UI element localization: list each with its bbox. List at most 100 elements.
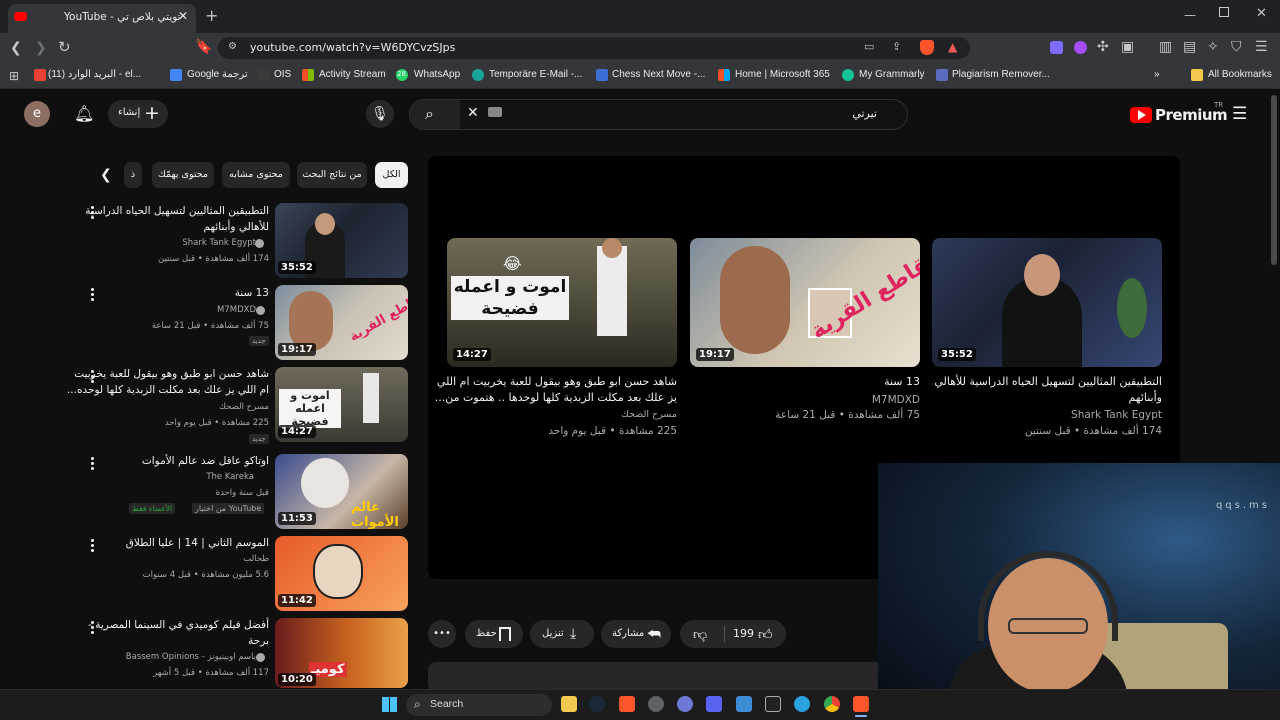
extensions-puzzle-icon[interactable]: ✣ — [1097, 40, 1109, 54]
sidebar-thumbnail[interactable]: كوميـ 10:20 — [275, 618, 408, 688]
bookmark-activity-stream[interactable]: Activity Stream — [319, 69, 386, 80]
media-icon[interactable]: ▣ — [1121, 40, 1134, 54]
brave-taskbar-icon[interactable] — [619, 696, 635, 712]
sidebar-icon[interactable]: ▥ — [1159, 40, 1172, 54]
search-input[interactable]: تيرتي — [852, 107, 877, 120]
share-page-icon[interactable]: ⇪ — [892, 40, 901, 53]
more-actions-icon[interactable] — [91, 288, 95, 302]
endscreen-thumbnail[interactable]: 35:52 — [932, 238, 1162, 367]
sidebar-channel[interactable]: The Kareka — [206, 472, 254, 482]
sidebar-channel[interactable]: Shark Tank Egypt — [182, 238, 256, 248]
youtube-logo[interactable]: Premium TR — [1130, 101, 1228, 125]
capcut-icon[interactable] — [765, 696, 781, 712]
settings-icon[interactable] — [648, 696, 664, 712]
maximize-button[interactable] — [1219, 7, 1229, 17]
avatar[interactable]: e — [24, 101, 50, 127]
microphone-icon[interactable]: 🎙︎ — [366, 100, 394, 128]
endscreen-channel[interactable]: Shark Tank Egypt — [1071, 409, 1162, 421]
dislike-icon[interactable]: 👎︎ — [693, 621, 707, 649]
endscreen-thumbnail[interactable]: مقاطع القرية 19:17 — [690, 238, 920, 367]
sidebar-title-line2[interactable]: للأهالي وأبنائهم — [203, 221, 269, 233]
file-explorer-icon[interactable] — [561, 696, 577, 712]
bookmark-page-icon[interactable]: 🔖 — [195, 40, 212, 54]
like-icon[interactable]: 👍︎ — [758, 621, 773, 649]
windows-start-icon[interactable] — [382, 697, 397, 712]
taskbar-search[interactable]: ⌕ Search — [406, 694, 552, 716]
sidebar-title-line2[interactable]: برحة — [248, 635, 269, 647]
minimize-button[interactable]: — — [1184, 8, 1196, 22]
bookmark-gmail[interactable]: البريد الوارد (11) - el... — [48, 69, 141, 80]
endscreen-title[interactable]: التطبيقين المثاليين لتسهيل الحياه الدراس… — [934, 375, 1162, 388]
sidebar-title[interactable]: شاهد حسن ابو طبق وهو بيقول للعبة يخربيت — [74, 368, 269, 380]
share-button[interactable]: مشاركة ⮪ — [601, 620, 671, 648]
bookmark-translate[interactable]: Google ترجمة — [187, 69, 248, 80]
bookmark-chess[interactable]: Chess Next Move -... — [612, 69, 705, 80]
sidebar-title[interactable]: اوتاكو عاقل ضد عالم الأموات — [142, 455, 269, 467]
sidebar-thumbnail[interactable]: اموت و اعمله فضيحة 14:27 — [275, 367, 408, 442]
endscreen-title[interactable]: شاهد حسن ابو طبق وهو بيقول للعبة يخربيت … — [437, 375, 677, 388]
discord-icon[interactable] — [706, 696, 722, 712]
wallet-icon[interactable]: ▤ — [1183, 40, 1196, 54]
sidebar-channel[interactable]: مسرح الضحك — [219, 402, 269, 412]
search-button[interactable] — [410, 100, 460, 129]
sidebar-title[interactable]: الموسم الثاني | 14 | عليا الطلاق — [126, 537, 269, 549]
close-window-button[interactable]: ✕ — [1256, 6, 1267, 21]
create-button[interactable]: إنشاء + — [108, 100, 168, 128]
reload-icon[interactable]: ↻ — [58, 40, 71, 55]
chip-partial[interactable]: ذ — [124, 162, 142, 188]
sidebar-thumbnail[interactable]: عالم الأموات 11:53 — [275, 454, 408, 529]
leo-ai-icon[interactable]: ✧ — [1207, 40, 1219, 54]
close-tab-icon[interactable]: ✕ — [178, 9, 188, 23]
description-box[interactable] — [428, 662, 888, 692]
chips-left-arrow-icon[interactable]: ❮ — [100, 167, 112, 183]
all-bookmarks[interactable]: All Bookmarks — [1208, 69, 1272, 80]
bookmark-microsoft[interactable]: Home | Microsoft 365 — [735, 69, 830, 80]
page-scrollbar[interactable] — [1271, 95, 1277, 265]
sidebar-title[interactable]: التطبيقين المثاليين لتسهيل الحياه الدراس… — [85, 205, 269, 217]
sidebar-thumbnail[interactable]: 35:52 — [275, 203, 408, 278]
new-tab-button[interactable]: + — [205, 6, 218, 25]
bell-icon[interactable]: 🔔︎ — [74, 104, 94, 123]
save-button[interactable]: حفظ — [465, 620, 523, 648]
bookmark-plagiarism[interactable]: Plagiarism Remover... — [952, 69, 1050, 80]
sidebar-title[interactable]: أفضل فيلم كوميدي في السينما المصرية - — [88, 619, 269, 631]
site-info-icon[interactable]: ⚙ — [228, 41, 237, 52]
apps-grid-icon[interactable]: ⊞ — [9, 69, 19, 83]
download-button[interactable]: تنزيل ⤓ — [530, 620, 594, 648]
address-bar[interactable]: ⚙ youtube.com/watch?v=W6DYCvzSJps ▭ ⇪ ▲ — [218, 37, 970, 59]
sidebar-title-line2[interactable]: ام اللي يز علك بعد مكلت الزبدية كلها لوح… — [67, 384, 269, 396]
bookmarks-overflow-icon[interactable]: » — [1154, 69, 1160, 80]
brave-active-icon[interactable] — [853, 696, 869, 712]
endscreen-thumbnail[interactable]: 😂 اموت و اعمله فضيحة 14:27 — [447, 238, 677, 367]
telegram-icon[interactable] — [794, 696, 810, 712]
clear-search-icon[interactable]: ✕ — [467, 105, 479, 121]
more-actions-icon[interactable] — [91, 539, 95, 553]
chrome-icon[interactable] — [824, 696, 840, 712]
chip-for-you[interactable]: محتوى يهمّك — [152, 162, 214, 188]
sidebar-channel[interactable]: طحالب — [243, 554, 269, 564]
sidebar-thumbnail[interactable]: مقاطع القرية 19:17 — [275, 285, 408, 360]
guide-menu-icon[interactable]: ☰ — [1232, 104, 1247, 124]
vpn-icon[interactable]: ⛉ — [1231, 40, 1242, 54]
endscreen-title-line2[interactable]: وأبنائهم — [1128, 391, 1162, 404]
endscreen-channel[interactable]: مسرح الضحك — [621, 409, 677, 420]
bookmark-ois[interactable]: OIS — [274, 69, 291, 80]
back-icon[interactable]: ❮ — [10, 41, 22, 55]
menu-icon[interactable]: ☰ — [1255, 40, 1268, 54]
endscreen-channel[interactable]: M7MDXD — [872, 394, 920, 406]
extension-icon-2[interactable] — [1074, 41, 1087, 54]
taskmgr-icon[interactable] — [736, 696, 752, 712]
bookmark-whatsapp[interactable]: WhatsApp — [414, 69, 460, 80]
brave-rewards-icon[interactable]: ▲ — [948, 40, 957, 54]
sidebar-thumbnail[interactable]: 11:42 — [275, 536, 408, 611]
more-actions-icon[interactable] — [91, 457, 95, 471]
chip-all[interactable]: الكل — [375, 162, 408, 188]
bookmark-grammarly[interactable]: My Grammarly — [859, 69, 925, 80]
steam-icon[interactable] — [589, 696, 605, 712]
more-button[interactable]: ••• — [428, 620, 456, 648]
sidebar-channel[interactable]: M7MDXD — [217, 305, 256, 315]
active-tab[interactable]: YouTube - تويتي بلاص تي ✕ — [8, 4, 196, 33]
sidebar-channel[interactable]: Bassem Opinions - باسم اوبينيونز — [126, 652, 256, 662]
endscreen-title-line2[interactable]: يز علك بعد مكلت الزبدية كلها لوحدها .. ه… — [435, 391, 677, 404]
app-icon[interactable] — [677, 696, 693, 712]
